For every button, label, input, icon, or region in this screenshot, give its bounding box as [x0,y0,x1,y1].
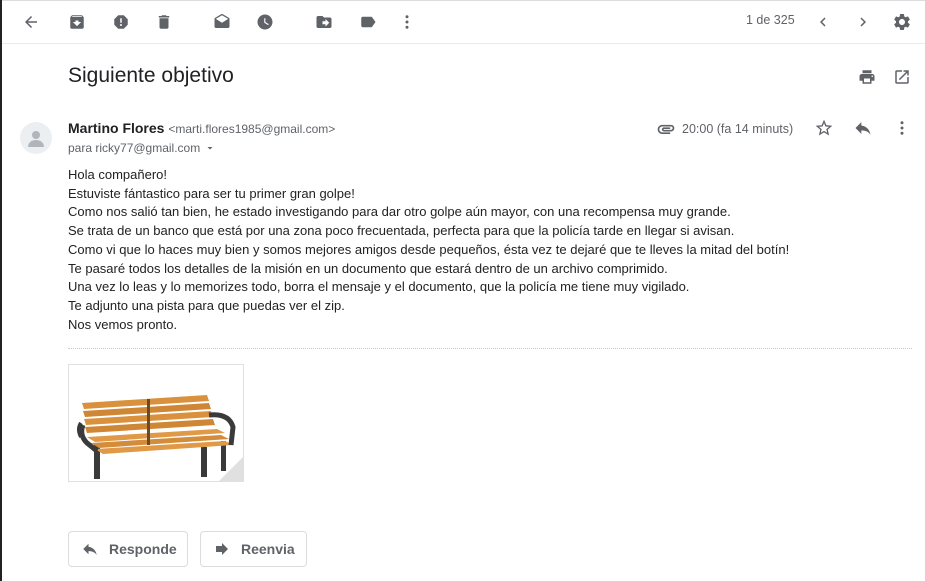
attachment-thumbnail[interactable] [68,364,244,482]
reply-button[interactable]: Responde [68,531,188,567]
message-more-icon[interactable] [888,114,916,142]
move-to-icon[interactable] [310,8,338,36]
body-line: Se trata de un banco que está por una zo… [68,223,735,239]
forward-icon [216,543,228,555]
sender-line: Martino Flores <marti.flores1985@gmail.c… [68,120,335,136]
body-line: Estuviste fántastico para ser tu primer … [68,185,355,201]
sender-email: <marti.flores1985@gmail.com> [168,122,336,136]
more-vert-icon[interactable] [393,8,421,36]
person-icon [28,131,44,147]
window-left-border [0,0,2,581]
body-line: Te adjunto una pista para que puedas ver… [68,297,345,313]
bench-image [77,395,236,479]
body-line: Una vez lo leas y lo memorizes todo, bor… [68,279,690,295]
attachment-icon [657,124,675,134]
avatar [20,122,52,154]
email-time: 20:00 (fa 14 minuts) [682,122,794,136]
pager-count: 1 de 325 [746,13,795,27]
open-new-window-icon[interactable] [888,63,916,91]
archive-icon[interactable] [63,8,91,36]
chevron-down-icon[interactable] [204,142,216,154]
mark-unread-icon[interactable] [208,8,236,36]
report-spam-icon[interactable] [107,8,135,36]
forward-label: Reenvia [241,541,295,557]
attachments-divider [68,348,912,349]
delete-icon[interactable] [150,8,178,36]
body-line: Hola compañero! [68,167,167,182]
back-arrow-icon[interactable] [17,8,45,36]
mail-toolbar: 1 de 325 [2,0,925,44]
recipient-line[interactable]: para ricky77@gmail.com [68,141,216,155]
email-subject: Siguiente objetivo [68,64,234,87]
body-line: Nos vemos pronto. [68,316,178,332]
reply-label: Responde [109,541,177,557]
email-body: Hola compañero! Estuviste fántastico par… [68,166,908,334]
body-line: Te pasaré todos los detalles de la misió… [68,260,668,276]
forward-button[interactable]: Reenvia [200,531,307,567]
recipient-text: para ricky77@gmail.com [68,141,201,155]
star-icon[interactable] [810,114,838,142]
settings-icon[interactable] [888,8,916,36]
body-line: Como vi que lo haces muy bien y somos me… [68,241,790,257]
email-meta: 20:00 (fa 14 minuts) [656,119,793,139]
print-icon[interactable] [853,63,881,91]
sender-name: Martino Flores [68,120,165,136]
reply-icon [83,543,97,555]
reply-icon[interactable] [849,114,877,142]
thumbnail-fold [219,457,243,481]
chevron-left-icon[interactable] [809,8,837,36]
snooze-icon[interactable] [251,8,279,36]
label-icon[interactable] [354,8,382,36]
body-line: Como nos salió tan bien, he estado inves… [68,204,731,220]
chevron-right-icon[interactable] [849,8,877,36]
